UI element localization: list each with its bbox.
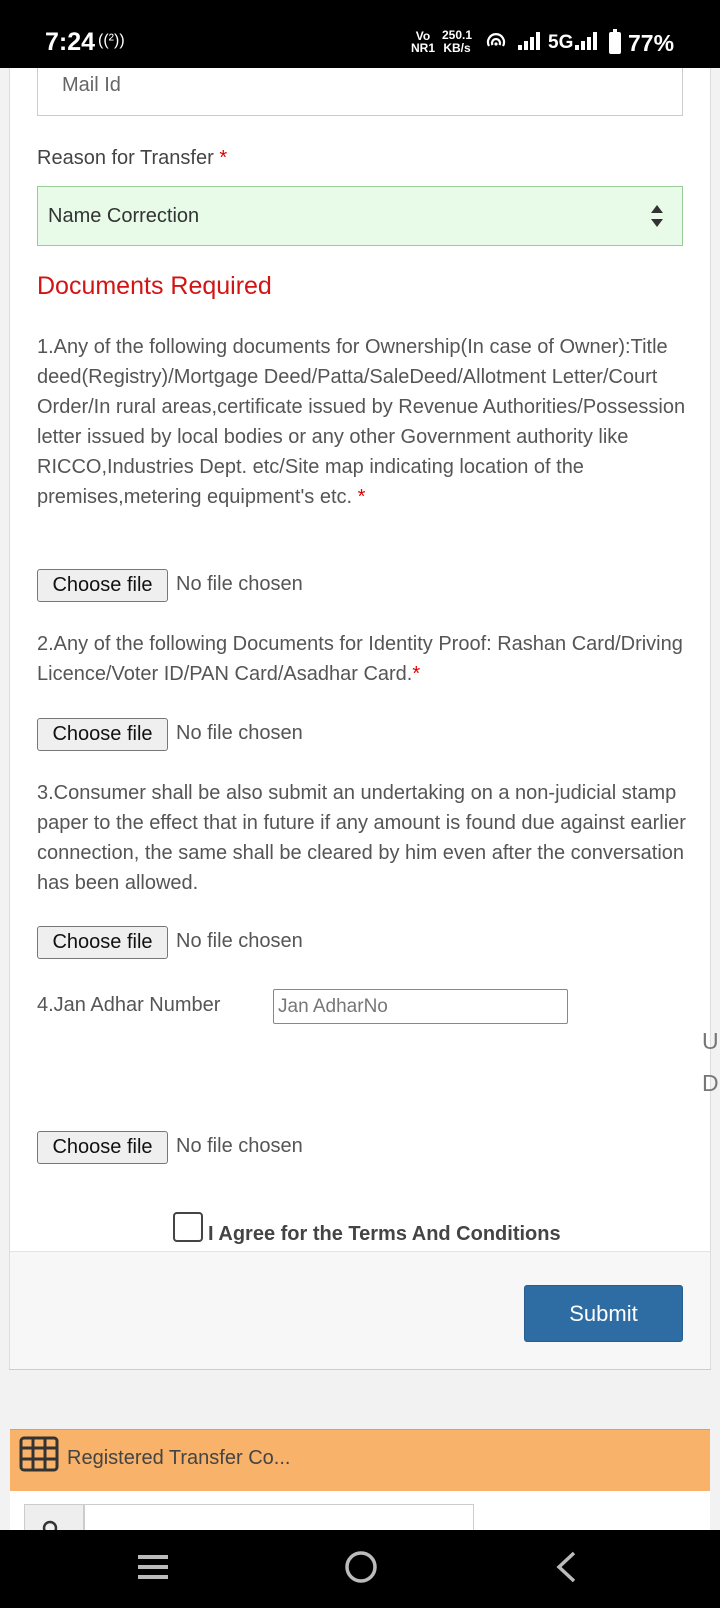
required-mark: * <box>412 663 421 685</box>
cutoff-letter: U <box>702 1028 719 1054</box>
file-status: No file chosen <box>176 930 303 952</box>
file-status: No file chosen <box>176 722 303 744</box>
documents-heading: Documents Required <box>37 272 272 300</box>
file-status: No file chosen <box>176 573 303 595</box>
terms-checkbox[interactable] <box>173 1212 203 1242</box>
hotspot-icon: ((²)) <box>98 32 125 49</box>
required-mark: * <box>357 486 366 508</box>
doc3-description: 3.Consumer shall be also submit an under… <box>37 782 686 894</box>
form-footer: Submit <box>10 1251 710 1369</box>
system-nav-bar <box>0 1530 720 1608</box>
battery-percent: 77% <box>628 30 675 56</box>
doc1-text: 1.Any of the following documents for Own… <box>37 336 686 508</box>
reason-label-text: Reason for Transfer <box>37 147 214 169</box>
reason-select[interactable]: Name Correction <box>37 186 683 246</box>
doc2-description: 2.Any of the following Documents for Ide… <box>37 629 687 689</box>
registered-transfer-panel-header[interactable]: Registered Transfer Co... <box>10 1429 710 1491</box>
cutoff-letter: D <box>702 1070 719 1096</box>
jan-adhar-label: 4.Jan Adhar Number <box>37 994 221 1016</box>
panel-body <box>10 1491 710 1536</box>
speed-unit: KB/s <box>443 41 471 55</box>
submit-button[interactable]: Submit <box>524 1285 683 1342</box>
reason-label: Reason for Transfer * <box>37 147 227 170</box>
choose-file-button[interactable]: Choose file <box>37 718 168 751</box>
volte-indicator: Vo NR1 <box>411 30 435 54</box>
doc2-text: 2.Any of the following Documents for Ide… <box>37 633 683 685</box>
choose-file-button[interactable]: Choose file <box>37 1131 168 1164</box>
choose-file-button[interactable]: Choose file <box>37 926 168 959</box>
required-mark: * <box>219 147 228 169</box>
signal-icon <box>518 32 542 50</box>
select-arrows-icon <box>651 205 663 227</box>
jan-adhar-input[interactable]: Jan AdharNo <box>273 989 568 1024</box>
network-type: 5G <box>548 32 574 53</box>
doc1-description: 1.Any of the following documents for Own… <box>37 332 687 512</box>
wifi-icon <box>486 33 506 47</box>
network-speed: 250.1 KB/s <box>442 29 472 55</box>
file-status: No file chosen <box>176 1135 303 1157</box>
terms-label: I Agree for the Terms And Conditions <box>208 1223 561 1245</box>
back-icon[interactable] <box>554 1550 578 1584</box>
choose-file-button[interactable]: Choose file <box>37 569 168 602</box>
status-time: 7:24 <box>45 28 96 56</box>
reason-select-value: Name Correction <box>48 205 200 227</box>
volte-line2: NR1 <box>411 41 436 55</box>
signal-icon <box>575 32 599 50</box>
status-bar: 7:24 ((²)) Vo NR1 250.1 KB/s 5G 77% <box>0 0 720 68</box>
home-icon[interactable] <box>344 1550 378 1584</box>
mail-id-input[interactable]: Mail Id <box>37 68 683 116</box>
panel-title: Registered Transfer Co... <box>67 1447 291 1469</box>
table-icon <box>19 1436 59 1472</box>
recents-icon[interactable] <box>136 1552 170 1582</box>
battery-icon <box>609 29 621 54</box>
